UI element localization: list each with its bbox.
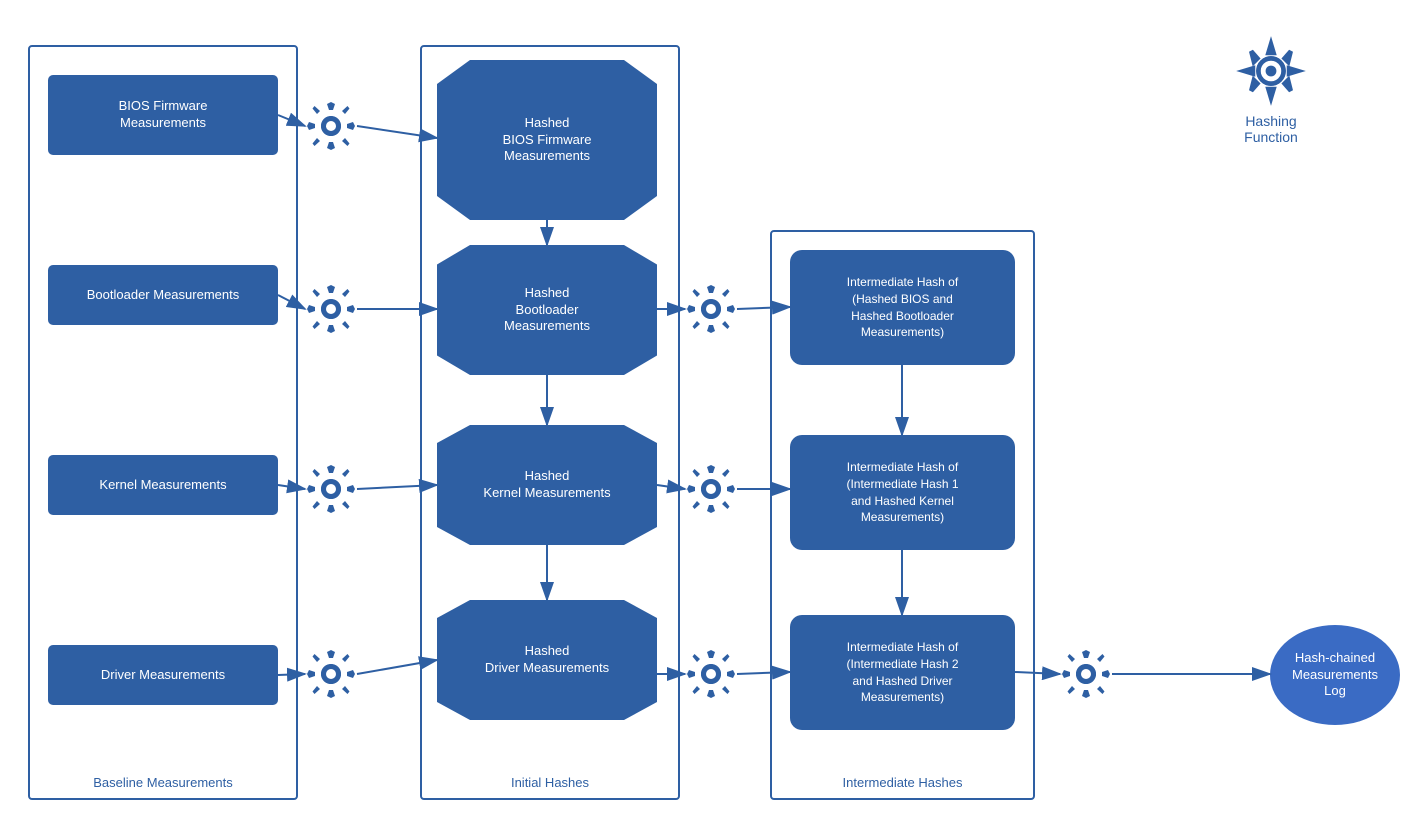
hashed-kernel-octagon: HashedKernel Measurements: [437, 425, 657, 545]
hashing-function-legend: HashingFunction: [1216, 35, 1326, 145]
intermediate-label: Intermediate Hashes: [772, 775, 1033, 790]
final-circle: Hash-chainedMeasurements Log: [1270, 625, 1400, 725]
gear-kernel-icon: [305, 463, 357, 515]
inter3-box: Intermediate Hash of(Intermediate Hash 2…: [790, 615, 1015, 730]
inter1-box: Intermediate Hash of(Hashed BIOS andHash…: [790, 250, 1015, 365]
kernel-rect: Kernel Measurements: [48, 455, 278, 515]
bootloader-rect: Bootloader Measurements: [48, 265, 278, 325]
bios-rect: BIOS FirmwareMeasurements: [48, 75, 278, 155]
gear-driver-icon: [305, 648, 357, 700]
gear-final-icon: [1060, 648, 1112, 700]
hashed-driver-octagon: HashedDriver Measurements: [437, 600, 657, 720]
inter2-box: Intermediate Hash of(Intermediate Hash 1…: [790, 435, 1015, 550]
initial-label: Initial Hashes: [422, 775, 678, 790]
hashed-bootloader-octagon: HashedBootloaderMeasurements: [437, 245, 657, 375]
gear-inter1-icon: [685, 283, 737, 335]
hashed-bios-octagon: HashedBIOS FirmwareMeasurements: [437, 60, 657, 220]
gear-inter2-icon: [685, 463, 737, 515]
driver-rect: Driver Measurements: [48, 645, 278, 705]
hashing-function-label: HashingFunction: [1244, 113, 1298, 145]
gear-inter3-icon: [685, 648, 737, 700]
diagram-container: Baseline Measurements Initial Hashes Int…: [0, 0, 1416, 838]
gear-bootloader-icon: [305, 283, 357, 335]
hashing-function-gear-icon: [1235, 35, 1307, 107]
gear-bios-icon: [305, 100, 357, 152]
baseline-label: Baseline Measurements: [30, 775, 296, 790]
